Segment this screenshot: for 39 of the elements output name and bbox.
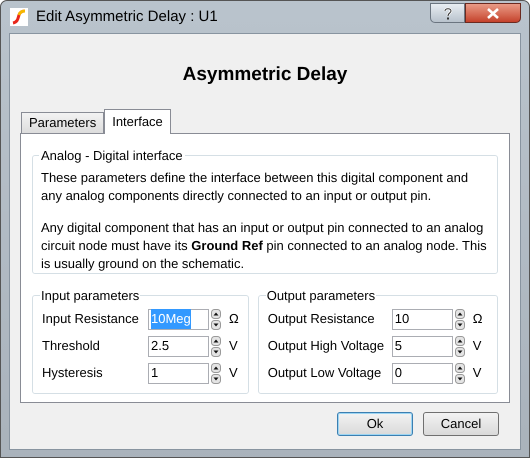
unit-label: V: [472, 364, 482, 382]
group-title: Input parameters: [40, 287, 140, 305]
description-text: Any digital component that has an input or output pin connected to an analog circuit node must have its Ground Ref pin connected to an analog node. This is usually ground on the schematic.: [41, 218, 488, 272]
input-field[interactable]: 10: [392, 308, 453, 330]
dialog-button[interactable]: Ok: [337, 412, 413, 436]
field-label: Output Resistance: [268, 310, 376, 328]
spin-buttons[interactable]: [454, 308, 465, 330]
input-field[interactable]: 2.5: [148, 336, 209, 356]
tab[interactable]: Interface: [104, 109, 171, 134]
unit-label: V: [472, 337, 482, 356]
description-text: These parameters define the interface between this digital component and any analog components directly connected to an input or output pin.: [41, 168, 470, 204]
help-button[interactable]: [430, 3, 465, 23]
group-title: Analog - Digital interface: [40, 147, 184, 165]
spin-buttons[interactable]: [454, 336, 465, 356]
window-title: Edit Asymmetric Delay : U1: [36, 6, 218, 27]
dialog-button[interactable]: Cancel: [423, 412, 499, 436]
help-icon: [442, 6, 452, 20]
unit-label: V: [229, 364, 238, 382]
dialog-heading: Asymmetric Delay: [182, 63, 348, 88]
spin-buttons[interactable]: [211, 362, 221, 384]
field-label: Output Low Voltage: [268, 364, 382, 382]
field-label: Input Resistance: [42, 310, 140, 328]
close-icon: [486, 8, 500, 18]
close-button[interactable]: [465, 3, 521, 23]
tab[interactable]: Parameters: [21, 112, 104, 133]
input-field[interactable]: 0: [392, 362, 453, 384]
app-logo-icon: [10, 8, 28, 26]
unit-label: Ω: [472, 310, 482, 328]
unit-label: Ω: [229, 310, 239, 328]
input-field[interactable]: 1: [148, 362, 209, 384]
field-label: Output High Voltage: [268, 337, 386, 356]
spin-buttons[interactable]: [211, 336, 221, 356]
input-field[interactable]: 5: [392, 336, 453, 356]
field-label: Hysteresis: [42, 364, 104, 382]
group-title: Output parameters: [266, 287, 376, 305]
spin-buttons[interactable]: [454, 362, 465, 384]
spin-buttons[interactable]: [211, 308, 221, 330]
unit-label: V: [229, 337, 238, 356]
field-label: Threshold: [42, 337, 101, 356]
